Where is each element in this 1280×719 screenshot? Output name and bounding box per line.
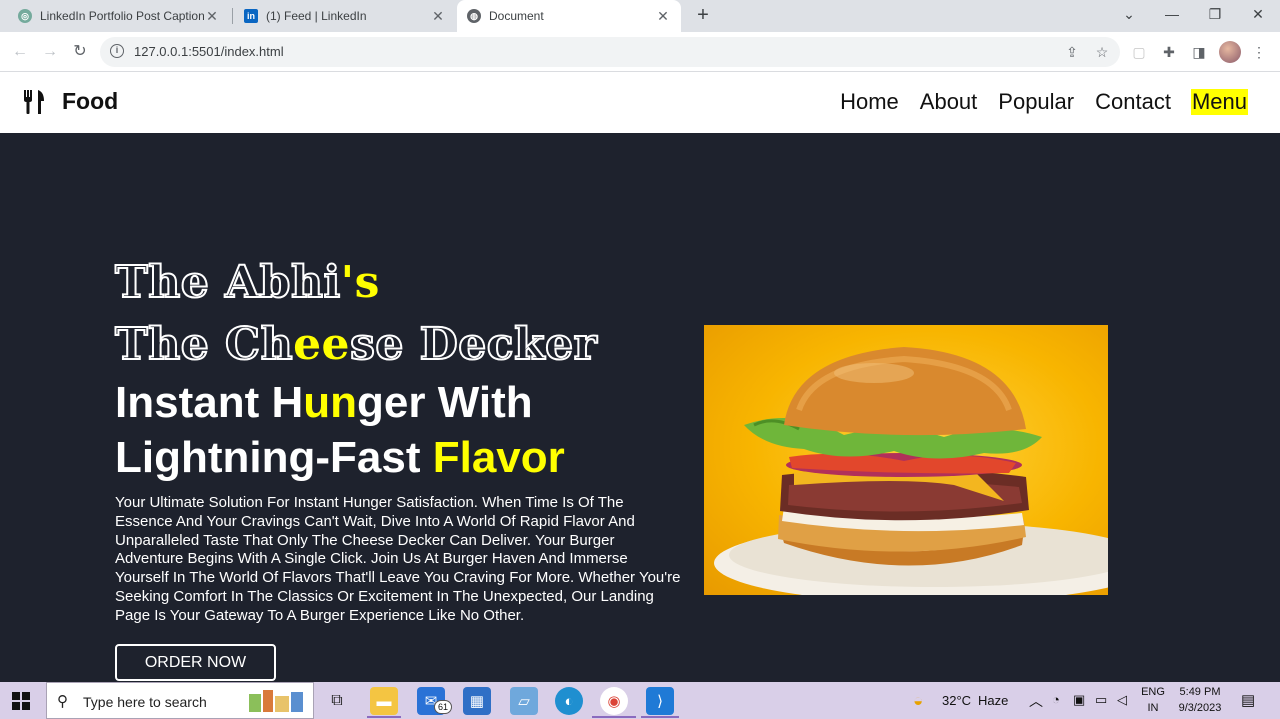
weather-haze-icon[interactable]: ◒ bbox=[913, 691, 923, 711]
restore-button[interactable]: ❐ bbox=[1195, 0, 1235, 30]
reload-icon[interactable]: ↻ bbox=[68, 40, 92, 64]
search-highlight-illustration bbox=[247, 686, 309, 716]
bookmark-star-icon[interactable]: ☆ bbox=[1092, 42, 1112, 62]
tab-close-icon[interactable]: ✕ bbox=[204, 8, 220, 25]
volume-muted-icon[interactable]: ◁ bbox=[1117, 692, 1127, 708]
share-icon[interactable]: ⇪ bbox=[1062, 42, 1082, 62]
laptop-app-icon[interactable]: ▱ bbox=[510, 687, 538, 715]
nav-popular-link[interactable]: Popular bbox=[997, 89, 1075, 115]
task-view-icon[interactable]: ⧉ bbox=[323, 687, 351, 715]
windows-taskbar: ⚲ Type here to search ⧉ ▬ ✉ 61 ▦ ▱ ◐ ◉ ⟩… bbox=[0, 682, 1280, 719]
profile-avatar[interactable] bbox=[1219, 41, 1241, 63]
show-hidden-icons-chevron-icon[interactable]: ︿ bbox=[1029, 691, 1043, 711]
running-indicator bbox=[641, 716, 679, 718]
fork-knife-icon bbox=[24, 89, 44, 114]
new-tab-button[interactable]: + bbox=[692, 4, 714, 26]
clock-time[interactable]: 5:49 PM bbox=[1172, 686, 1228, 698]
clock-date[interactable]: 9/3/2023 bbox=[1172, 702, 1228, 714]
tab-linkedin-feed[interactable]: in (1) Feed | LinkedIn ✕ bbox=[234, 0, 456, 32]
forward-arrow-icon[interactable]: → bbox=[38, 40, 62, 64]
tab-divider bbox=[232, 8, 233, 24]
back-arrow-icon[interactable]: ← bbox=[8, 40, 32, 64]
weather-temperature[interactable]: 32°C bbox=[942, 693, 971, 708]
hero-title-line1: The Abhi's bbox=[114, 256, 380, 309]
tab-title: Document bbox=[489, 9, 544, 23]
minimize-button[interactable]: — bbox=[1152, 0, 1192, 30]
chatgpt-icon: ◎ bbox=[18, 9, 32, 23]
burger-illustration bbox=[714, 347, 1108, 595]
browser-toolbar: ← → ↻ i 127.0.0.1:5501/index.html ⇪ ☆ ▢ … bbox=[0, 32, 1280, 72]
globe-icon: ◍ bbox=[467, 9, 481, 23]
language-bottom[interactable]: IN bbox=[1138, 702, 1168, 714]
chrome-browser-icon[interactable]: ◉ bbox=[600, 687, 628, 715]
hero-title-text: The Ch bbox=[114, 318, 294, 371]
headline-highlight: un bbox=[303, 378, 357, 427]
taskbar-search-box[interactable]: ⚲ Type here to search bbox=[46, 682, 314, 719]
network-icon[interactable]: ◔ bbox=[1052, 692, 1060, 707]
windows-start-icon[interactable] bbox=[12, 692, 30, 710]
search-icon: ⚲ bbox=[57, 693, 68, 710]
nav-about-link[interactable]: About bbox=[919, 89, 979, 115]
close-window-button[interactable]: ✕ bbox=[1238, 0, 1278, 30]
headline-text: Lightning-Fast bbox=[115, 433, 433, 482]
browser-tab-strip: ◎ LinkedIn Portfolio Post Caption ✕ in (… bbox=[0, 0, 1280, 32]
nav-home-link[interactable]: Home bbox=[839, 89, 900, 115]
headline-line1: Instant Hunger With bbox=[115, 378, 533, 428]
hero-title-text: The Abhi bbox=[114, 256, 341, 309]
microsoft-store-icon[interactable]: ▦ bbox=[463, 687, 491, 715]
tab-title: (1) Feed | LinkedIn bbox=[266, 9, 367, 23]
extension-placeholder-icon[interactable]: ▢ bbox=[1128, 41, 1150, 63]
nav-menu-link[interactable]: Menu bbox=[1190, 89, 1248, 115]
meet-now-icon[interactable]: ▣ bbox=[1073, 692, 1085, 708]
headline-line2: Lightning-Fast Flavor bbox=[115, 433, 565, 483]
weather-description[interactable]: Haze bbox=[978, 693, 1008, 708]
search-placeholder: Type here to search bbox=[83, 694, 207, 710]
file-explorer-icon[interactable]: ▬ bbox=[370, 687, 398, 715]
extensions-puzzle-icon[interactable]: ✚ bbox=[1158, 41, 1180, 63]
site-info-icon[interactable]: i bbox=[110, 44, 124, 58]
headline-text: ger With bbox=[357, 378, 533, 427]
language-top[interactable]: ENG bbox=[1138, 686, 1168, 698]
vscode-icon[interactable]: ⟩ bbox=[646, 687, 674, 715]
linkedin-icon: in bbox=[244, 9, 258, 23]
hero-title-highlight: ee bbox=[293, 319, 351, 370]
order-now-button[interactable]: ORDER NOW bbox=[115, 644, 276, 681]
running-indicator bbox=[367, 716, 401, 718]
hero-title-text: se Decker bbox=[349, 318, 598, 371]
brand[interactable]: Food bbox=[22, 88, 118, 115]
side-panel-icon[interactable]: ◨ bbox=[1188, 41, 1210, 63]
tab-linkedin-caption[interactable]: ◎ LinkedIn Portfolio Post Caption ✕ bbox=[8, 0, 230, 32]
hero-title-line2: The Cheese Decker bbox=[114, 318, 598, 371]
edge-browser-icon[interactable]: ◐ bbox=[555, 687, 583, 715]
mail-badge: 61 bbox=[434, 700, 452, 714]
tab-title: LinkedIn Portfolio Post Caption bbox=[40, 9, 204, 23]
tab-close-icon[interactable]: ✕ bbox=[655, 8, 671, 25]
nav-links: Home About Popular Contact Menu bbox=[820, 89, 1248, 115]
address-bar[interactable]: i 127.0.0.1:5501/index.html ⇪ ☆ bbox=[100, 37, 1120, 67]
hero-description: Your Ultimate Solution For Instant Hunge… bbox=[115, 494, 681, 624]
tab-document[interactable]: ◍ Document ✕ bbox=[457, 0, 681, 32]
nav-contact-link[interactable]: Contact bbox=[1094, 89, 1172, 115]
site-navbar: Food Home About Popular Contact Menu bbox=[0, 72, 1280, 133]
notifications-icon[interactable]: ▤ bbox=[1241, 691, 1255, 709]
tab-search-chevron-icon[interactable]: ⌄ bbox=[1109, 0, 1149, 30]
url-text[interactable]: 127.0.0.1:5501/index.html bbox=[134, 44, 284, 59]
hero-title-highlight: 's bbox=[340, 257, 380, 308]
battery-icon[interactable]: ▭ bbox=[1095, 692, 1107, 708]
more-menu-icon[interactable]: ⋮ bbox=[1248, 41, 1270, 63]
headline-highlight: Flavor bbox=[432, 433, 565, 482]
running-indicator bbox=[592, 716, 636, 718]
burger-image bbox=[704, 325, 1108, 595]
tab-close-icon[interactable]: ✕ bbox=[430, 8, 446, 25]
brand-name: Food bbox=[62, 88, 119, 114]
headline-text: Instant H bbox=[115, 378, 304, 427]
